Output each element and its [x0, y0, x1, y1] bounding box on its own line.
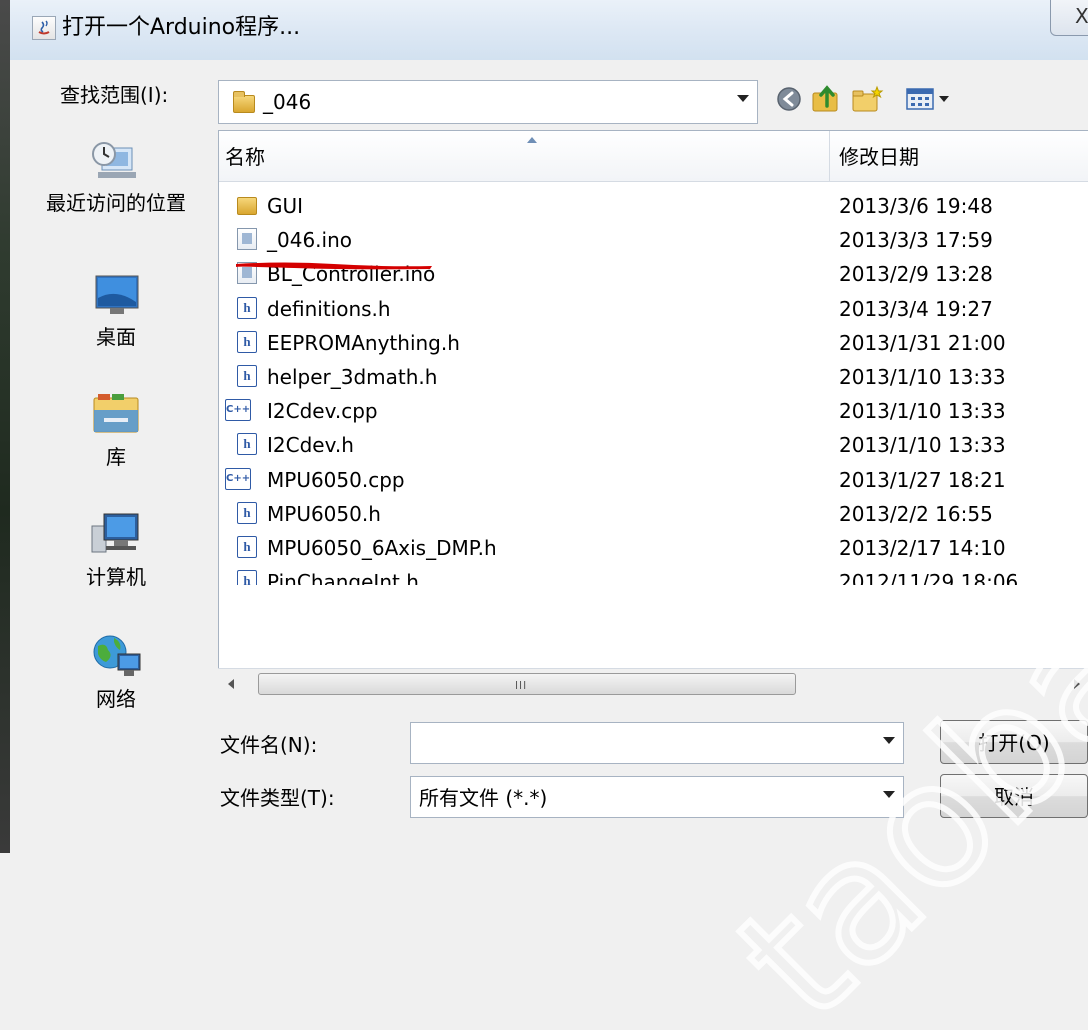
open-button[interactable]: 打开(O)	[940, 720, 1088, 764]
new-folder-button[interactable]	[850, 84, 884, 114]
sort-ascending-icon	[527, 137, 537, 143]
file-name: MPU6050_6Axis_DMP.h	[267, 535, 497, 560]
file-row[interactable]: C++ I2Cdev.cpp 2013/1/10 13:33	[219, 394, 1088, 428]
title-bar: 打开一个Arduino程序... X	[10, 0, 1088, 60]
place-libraries[interactable]: 库	[26, 388, 206, 470]
file-name: EEPROMAnything.h	[267, 330, 460, 355]
file-row[interactable]: h PinChangeInt.h 2012/11/29 18:06	[219, 565, 1088, 586]
cpp-file-icon: C++	[225, 467, 251, 490]
view-menu-button[interactable]	[904, 84, 960, 114]
file-modified: 2013/1/27 18:21	[839, 467, 1006, 492]
file-rows: GUI 2013/3/6 19:48 _046.ino 2013/3/3 17:…	[219, 189, 1088, 586]
folder-icon	[233, 91, 255, 113]
cancel-button[interactable]: 取消	[940, 774, 1088, 818]
filetype-label: 文件类型(T):	[220, 786, 335, 810]
file-list[interactable]: 名称 修改日期 GUI 2013/3/6 19:48 _046.ino 2013…	[218, 130, 1088, 700]
chevron-down-icon[interactable]	[883, 737, 895, 744]
file-name: MPU6050.h	[267, 501, 381, 526]
file-row[interactable]: C++ MPU6050.cpp 2013/1/27 18:21	[219, 463, 1088, 497]
grip-icon: lll	[515, 679, 528, 692]
new-folder-icon	[852, 85, 884, 112]
red-highlight-underline	[235, 262, 432, 270]
place-network[interactable]: 网络	[26, 630, 206, 712]
file-row[interactable]: h EEPROMAnything.h 2013/1/31 21:00	[219, 326, 1088, 360]
place-desktop[interactable]: 桌面	[26, 268, 206, 350]
file-row[interactable]: h MPU6050_6Axis_DMP.h 2013/2/17 14:10	[219, 531, 1088, 565]
file-modified: 2013/2/2 16:55	[839, 501, 993, 526]
filetype-value: 所有文件 (*.*)	[419, 786, 548, 810]
file-modified: 2013/1/31 21:00	[839, 330, 1006, 355]
file-name: helper_3dmath.h	[267, 364, 438, 389]
column-divider[interactable]	[829, 131, 830, 181]
file-modified: 2013/1/10 13:33	[839, 399, 1006, 424]
file-modified: 2013/3/3 17:59	[839, 228, 993, 253]
file-name: _046.ino	[267, 228, 352, 253]
close-button[interactable]: X	[1050, 0, 1088, 36]
lookin-value: _046	[263, 90, 312, 114]
cpp-file-icon: C++	[225, 399, 251, 422]
window-title: 打开一个Arduino程序...	[62, 15, 301, 40]
filename-field[interactable]	[410, 722, 904, 764]
view-grid-icon	[906, 88, 949, 110]
java-app-icon	[32, 16, 56, 40]
horizontal-scrollbar[interactable]: lll	[218, 668, 1088, 700]
filetype-select[interactable]: 所有文件 (*.*)	[410, 776, 904, 818]
back-arrow-icon	[777, 87, 801, 111]
file-modified: 2013/3/4 19:27	[839, 296, 993, 321]
file-name: GUI	[267, 194, 304, 218]
file-modified: 2013/1/10 13:33	[839, 364, 1006, 389]
file-row[interactable]: h definitions.h 2013/3/4 19:27	[219, 292, 1088, 326]
list-header: 名称 修改日期	[219, 131, 1088, 182]
header-file-icon: h	[237, 501, 257, 524]
file-row[interactable]: h helper_3dmath.h 2013/1/10 13:33	[219, 360, 1088, 394]
scroll-left-icon[interactable]	[228, 679, 234, 689]
lookin-combo[interactable]: _046	[218, 80, 758, 124]
place-computer[interactable]: 计算机	[26, 508, 206, 590]
ino-file-icon	[237, 228, 257, 251]
libraries-icon	[88, 388, 144, 440]
places-bar: 最近访问的位置 桌面 库 计算机 网络	[26, 130, 206, 770]
back-button[interactable]	[774, 84, 804, 114]
column-header-name[interactable]: 名称	[225, 145, 265, 169]
header-file-icon: h	[237, 330, 257, 353]
file-name: PinChangeInt.h	[267, 570, 419, 586]
desktop-icon	[88, 268, 144, 320]
file-row[interactable]: GUI 2013/3/6 19:48	[219, 189, 1088, 223]
computer-icon	[88, 508, 144, 560]
header-file-icon: h	[237, 364, 257, 387]
place-recent[interactable]: 最近访问的位置	[26, 134, 206, 216]
file-row[interactable]: h I2Cdev.h 2013/1/10 13:33	[219, 428, 1088, 462]
file-modified: 2013/2/9 13:28	[839, 262, 993, 287]
scrollbar-thumb[interactable]: lll	[258, 673, 796, 695]
file-name: I2Cdev.cpp	[267, 399, 378, 424]
header-file-icon: h	[237, 535, 257, 558]
file-modified: 2013/3/6 19:48	[839, 194, 993, 218]
file-modified: 2013/1/10 13:33	[839, 433, 1006, 458]
folder-icon	[237, 197, 257, 215]
header-file-icon: h	[237, 296, 257, 319]
chevron-down-icon[interactable]	[737, 95, 749, 102]
chevron-down-icon[interactable]	[883, 791, 895, 798]
column-header-modified[interactable]: 修改日期	[839, 145, 919, 169]
file-modified: 2012/11/29 18:06	[839, 570, 1019, 586]
file-name: I2Cdev.h	[267, 433, 354, 458]
scroll-right-icon[interactable]	[1074, 679, 1080, 689]
up-folder-icon	[812, 85, 838, 112]
file-name: definitions.h	[267, 296, 391, 321]
file-row[interactable]: h MPU6050.h 2013/2/2 16:55	[219, 497, 1088, 531]
recent-places-icon	[88, 134, 144, 186]
lookin-label: 查找范围(I):	[60, 83, 169, 107]
file-name: MPU6050.cpp	[267, 467, 405, 492]
filename-label: 文件名(N):	[220, 733, 318, 757]
header-file-icon: h	[237, 433, 257, 456]
file-row[interactable]: _046.ino 2013/3/3 17:59	[219, 223, 1088, 257]
file-modified: 2013/2/17 14:10	[839, 535, 1006, 560]
background-strip	[0, 0, 10, 853]
network-icon	[88, 630, 144, 682]
header-file-icon: h	[237, 570, 257, 586]
up-folder-button[interactable]	[810, 84, 840, 114]
